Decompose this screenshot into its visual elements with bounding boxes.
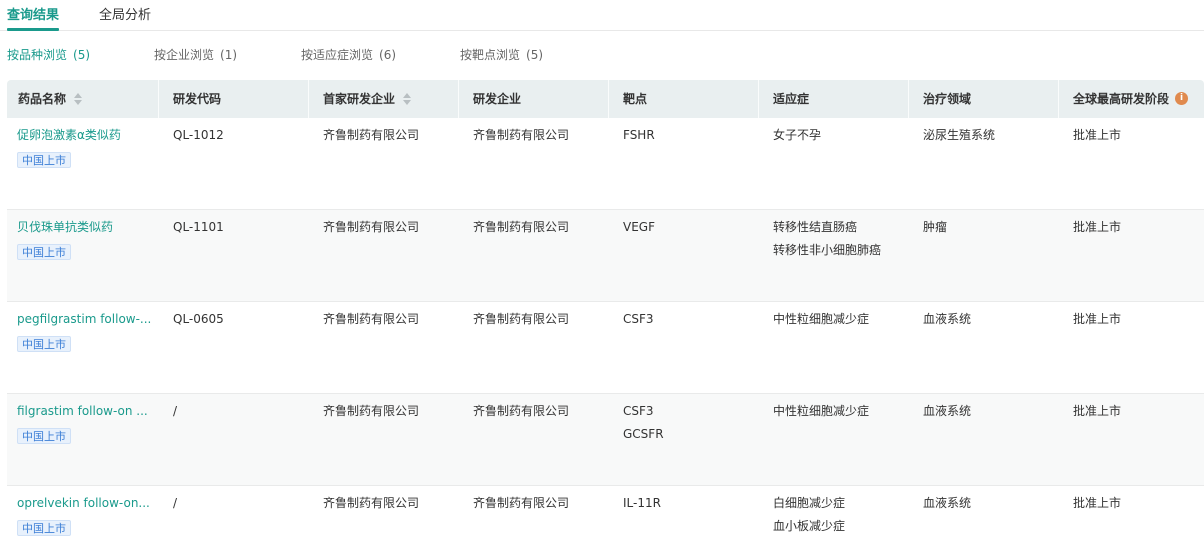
table-row: pegfilgrastim follow-... 中国上市 QL-0605 齐鲁制… <box>7 302 1204 394</box>
table-header: 药品名称 研发代码 首家研发企业 研发企业 靶点 适应症 治疗领域 全球最高研发… <box>7 80 1204 118</box>
first-company: 齐鲁制药有限公司 <box>323 312 420 326</box>
column-header-dev-code: 研发代码 <box>173 92 222 106</box>
therapeutic-area: 血液系统 <box>923 312 972 326</box>
first-company: 齐鲁制药有限公司 <box>323 496 420 510</box>
subtab-label: 按品种浏览 <box>7 48 68 62</box>
targets: FSHR <box>623 127 655 144</box>
table-row: 贝伐珠单抗类似药 中国上市 QL-1101 齐鲁制药有限公司 齐鲁制药有限公司 V… <box>7 210 1204 302</box>
indications: 女子不孕 <box>773 127 821 144</box>
indication: 转移性结直肠癌 <box>773 220 858 234</box>
table-row: oprelvekin follow-on... 中国上市 / 齐鲁制药有限公司 齐… <box>7 486 1204 554</box>
sort-icon[interactable] <box>403 92 412 106</box>
first-company: 齐鲁制药有限公司 <box>323 220 420 234</box>
tab-query-results[interactable]: 查询结果 <box>7 4 59 23</box>
indication: 中性粒细胞减少症 <box>773 404 870 418</box>
drug-name-link[interactable]: filgrastim follow-on ... <box>17 403 157 420</box>
table-row: 促卵泡激素α类似药 中国上市 QL-1012 齐鲁制药有限公司 齐鲁制药有限公司 … <box>7 118 1204 210</box>
highest-stage: 批准上市 <box>1073 404 1122 418</box>
indication: 中性粒细胞减少症 <box>773 312 870 326</box>
table-row: filgrastim follow-on ... 中国上市 / 齐鲁制药有限公司 … <box>7 394 1204 486</box>
indication: 白细胞减少症 <box>773 496 846 510</box>
column-header-target: 靶点 <box>623 92 648 106</box>
target: CSF3 <box>623 312 654 326</box>
drug-name-link[interactable]: 贝伐珠单抗类似药 <box>17 219 157 236</box>
sort-icon[interactable] <box>74 92 83 106</box>
subtab-label: 按靶点浏览 <box>460 48 521 62</box>
subtab-by-variety[interactable]: 按品种浏览 (5) <box>7 46 90 63</box>
subtab-count: (5) <box>73 48 91 62</box>
drug-name-link[interactable]: 促卵泡激素α类似药 <box>17 127 157 144</box>
active-tab-indicator <box>7 28 59 31</box>
company: 齐鲁制药有限公司 <box>473 220 570 234</box>
therapeutic-area: 血液系统 <box>923 496 972 510</box>
subtab-by-indication[interactable]: 按适应症浏览 (6) <box>301 46 396 63</box>
target: GCSFR <box>623 427 664 441</box>
dev-code: QL-0605 <box>173 312 224 326</box>
first-company: 齐鲁制药有限公司 <box>323 128 420 142</box>
column-header-drug-name[interactable]: 药品名称 <box>18 80 83 118</box>
targets: CSF3 <box>623 311 654 328</box>
subtab-by-company[interactable]: 按企业浏览 (1) <box>154 46 237 63</box>
column-header-label: 全球最高研发阶段 <box>1073 92 1170 106</box>
target: FSHR <box>623 128 655 142</box>
subtab-count: (1) <box>220 48 238 62</box>
subtab-count: (6) <box>379 48 397 62</box>
column-header-first-company[interactable]: 首家研发企业 <box>323 80 412 118</box>
indications: 中性粒细胞减少症 <box>773 403 869 420</box>
subtab-count: (5) <box>526 48 544 62</box>
status-badge: 中国上市 <box>17 152 71 168</box>
highest-stage: 批准上市 <box>1073 496 1122 510</box>
subtab-label: 按适应症浏览 <box>301 48 374 62</box>
company: 齐鲁制药有限公司 <box>473 312 570 326</box>
results-table: 药品名称 研发代码 首家研发企业 研发企业 靶点 适应症 治疗领域 全球最高研发… <box>7 80 1204 554</box>
status-badge: 中国上市 <box>17 428 71 444</box>
company: 齐鲁制药有限公司 <box>473 404 570 418</box>
targets: VEGF <box>623 219 655 236</box>
column-header-company: 研发企业 <box>473 92 522 106</box>
company: 齐鲁制药有限公司 <box>473 128 570 142</box>
drug-name-link[interactable]: pegfilgrastim follow-... <box>17 311 157 328</box>
dev-code: / <box>173 496 178 510</box>
indication: 转移性非小细胞肺癌 <box>773 243 882 257</box>
therapeutic-area: 泌尿生殖系统 <box>923 128 996 142</box>
drug-name-link[interactable]: oprelvekin follow-on... <box>17 495 157 512</box>
status-badge: 中国上市 <box>17 244 71 260</box>
column-header-highest-stage: 全球最高研发阶段 i <box>1073 80 1189 118</box>
subtab-label: 按企业浏览 <box>154 48 215 62</box>
dev-code: QL-1012 <box>173 128 224 142</box>
status-badge: 中国上市 <box>17 336 71 352</box>
therapeutic-area: 血液系统 <box>923 404 972 418</box>
indication: 女子不孕 <box>773 128 822 142</box>
subtab-by-target[interactable]: 按靶点浏览 (5) <box>460 46 543 63</box>
target: IL-11R <box>623 496 661 510</box>
indication: 血小板减少症 <box>773 519 846 533</box>
dev-code: / <box>173 404 178 418</box>
targets: CSF3 GCSFR <box>623 403 664 443</box>
dev-code: QL-1101 <box>173 220 224 234</box>
tab-global-analysis[interactable]: 全局分析 <box>99 4 151 23</box>
indications: 中性粒细胞减少症 <box>773 311 869 328</box>
highest-stage: 批准上市 <box>1073 220 1122 234</box>
indications: 转移性结直肠癌转移性非小细胞肺癌 <box>773 219 881 259</box>
target: VEGF <box>623 220 655 234</box>
highest-stage: 批准上市 <box>1073 312 1122 326</box>
column-header-label: 药品名称 <box>18 92 67 106</box>
status-badge: 中国上市 <box>17 520 71 536</box>
target: CSF3 <box>623 404 654 418</box>
column-header-therapeutic-area: 治疗领域 <box>923 92 972 106</box>
first-company: 齐鲁制药有限公司 <box>323 404 420 418</box>
therapeutic-area: 肿瘤 <box>923 220 948 234</box>
top-tab-bar: 查询结果 全局分析 <box>0 0 1204 31</box>
company: 齐鲁制药有限公司 <box>473 496 570 510</box>
highest-stage: 批准上市 <box>1073 128 1122 142</box>
column-header-indication: 适应症 <box>773 92 810 106</box>
info-icon[interactable]: i <box>1175 92 1189 105</box>
targets: IL-11R <box>623 495 661 512</box>
column-header-label: 首家研发企业 <box>323 92 396 106</box>
indications: 白细胞减少症 血小板减少症 <box>773 495 845 535</box>
